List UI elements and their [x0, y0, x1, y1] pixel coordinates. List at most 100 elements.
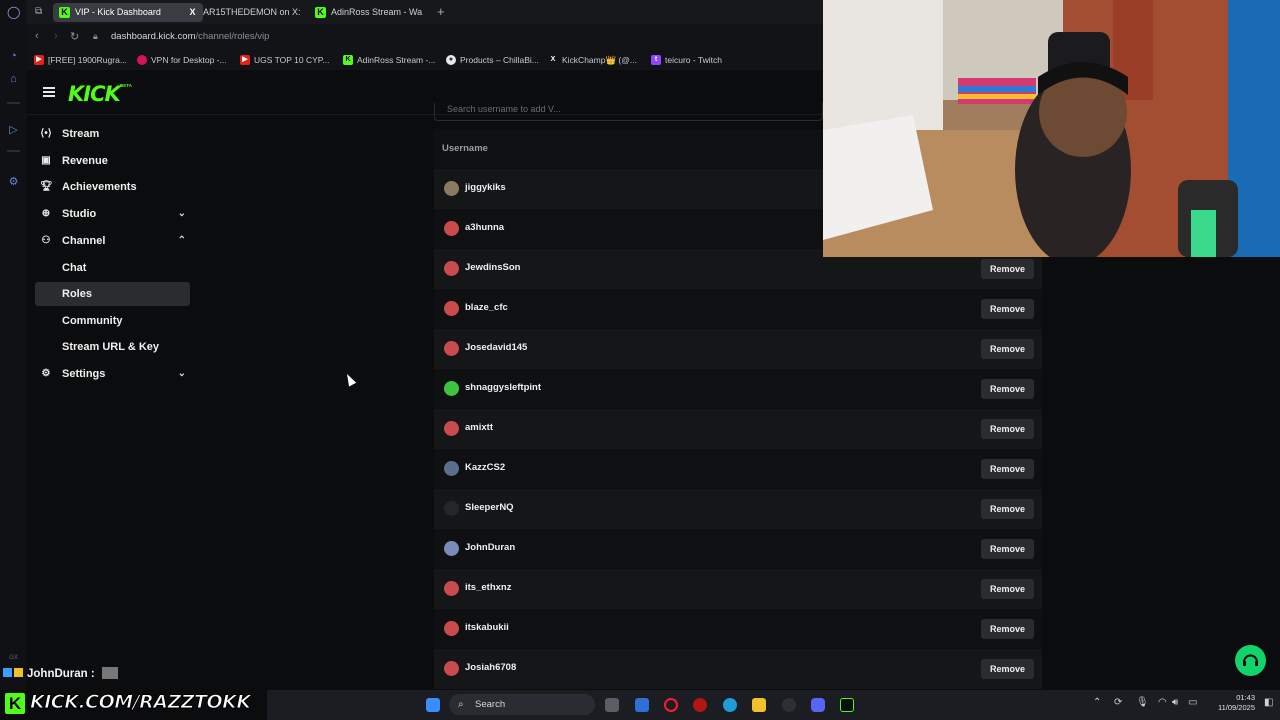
opera-menu-icon[interactable]: ◯: [7, 6, 20, 19]
crown-icon: [14, 668, 23, 677]
settings-rail-icon[interactable]: ⚙: [7, 176, 20, 189]
x-favicon-icon: X: [550, 56, 556, 63]
bag-icon[interactable]: ⌂: [7, 73, 20, 86]
sidebar-item-community[interactable]: Community: [35, 309, 190, 333]
remove-button[interactable]: Remove: [981, 299, 1034, 319]
tray-chevron-icon[interactable]: ⌃: [1093, 697, 1101, 708]
aria-icon[interactable]: ◔: [7, 50, 20, 63]
sidebar-item-channel[interactable]: ⚇ Channel ⌃: [35, 229, 190, 253]
sidebar-item-stream[interactable]: ⟨•⟩ Stream: [35, 122, 190, 146]
table-row: shnaggysleftpint Remove: [434, 369, 1042, 409]
vip-search-input[interactable]: Search username to add V...: [434, 103, 823, 121]
chat-overlay-line: JohnDuran :: [3, 667, 118, 683]
url-field[interactable]: dashboard.kick.com/channel/roles/vip: [111, 31, 269, 42]
search-icon: ⌕: [458, 699, 464, 710]
windows-start-icon[interactable]: [426, 698, 440, 712]
task-view-icon[interactable]: [605, 698, 619, 712]
username-cell: Josiah6708: [465, 662, 517, 673]
tab-adinross-stream[interactable]: K AdinRoss Stream - Wa: [309, 3, 431, 22]
username-cell: its_ethxnz: [465, 582, 512, 593]
steam-icon[interactable]: [782, 698, 796, 712]
tab-x-post[interactable]: X AR15THEDEMON on X: "B: [181, 3, 303, 22]
chevron-down-icon: ⌄: [177, 368, 186, 379]
wallet-icon: ▣: [41, 155, 51, 166]
avatar: [444, 541, 459, 556]
twitch-icon: t: [651, 55, 661, 65]
username-cell: shnaggysleftpint: [465, 382, 542, 393]
opera-icon[interactable]: [664, 698, 678, 712]
emote-icon: [101, 667, 118, 679]
file-explorer-icon[interactable]: [752, 698, 766, 712]
username-cell: blaze_cfc: [465, 302, 508, 313]
notification-icon[interactable]: ◧: [1264, 697, 1273, 708]
bookmarks-bar: ▶ [FREE] 1900Rugra... VPN for Desktop -..…: [27, 50, 823, 70]
address-bar: ‹ › ↻ 🔒︎ dashboard.kick.com/channel/role…: [27, 24, 823, 50]
sidebar-item-roles[interactable]: Roles: [35, 282, 190, 306]
bookmark-6[interactable]: X KickChamp👑 (@...: [548, 54, 637, 66]
remove-button[interactable]: Remove: [981, 499, 1034, 519]
badge-icon: [3, 668, 12, 677]
bookmark-5[interactable]: ● Products – ChillaBi...: [446, 54, 539, 66]
sidebar-item-chat[interactable]: Chat: [35, 256, 190, 280]
table-row: itskabukii Remove: [434, 609, 1042, 649]
sidebar-item-studio[interactable]: ⊕ Studio ⌄: [35, 202, 190, 226]
remove-button[interactable]: Remove: [981, 659, 1034, 679]
remove-button[interactable]: Remove: [981, 459, 1034, 479]
help-chat-button[interactable]: [1235, 645, 1266, 676]
avatar: [444, 581, 459, 596]
avatar: [444, 341, 459, 356]
microphone-icon[interactable]: 🎙︎: [1136, 697, 1149, 708]
trophy-icon: 🏆︎: [40, 181, 53, 192]
remove-button[interactable]: Remove: [981, 539, 1034, 559]
lock-icon: 🔒︎: [93, 31, 98, 41]
taskbar-search[interactable]: ⌕ Search: [449, 694, 595, 715]
sidebar-item-stream-url-key[interactable]: Stream URL & Key: [35, 335, 190, 359]
remove-button[interactable]: Remove: [981, 619, 1034, 639]
forward-icon[interactable]: ›: [54, 30, 58, 42]
sidebar-item-revenue[interactable]: ▣ Revenue: [35, 149, 190, 173]
taskbar-clock[interactable]: 01:43 11/09/2025: [1203, 693, 1255, 713]
bookmark-3[interactable]: ▶ UGS TOP 10 CYP...: [240, 54, 329, 66]
username-cell: KazzCS2: [465, 462, 506, 473]
app-icon-red[interactable]: [693, 698, 707, 712]
kick-logo[interactable]: KICK: [68, 82, 121, 106]
rail-divider-2: [7, 150, 20, 152]
username-cell: Josedavid145: [465, 342, 528, 353]
bookmark-1[interactable]: ▶ [FREE] 1900Rugra...: [34, 54, 127, 66]
avatar: [444, 661, 459, 676]
beta-badge: BETA: [120, 83, 132, 88]
sidebar-item-settings[interactable]: ⚙ Settings ⌄: [35, 362, 190, 386]
kick-favicon-icon: K: [59, 7, 70, 18]
new-tab-button[interactable]: +: [437, 4, 445, 19]
wifi-icon[interactable]: ◠: [1158, 697, 1167, 708]
remove-button[interactable]: Remove: [981, 579, 1034, 599]
kick-logo-icon: K: [5, 693, 25, 714]
remove-button[interactable]: Remove: [981, 379, 1034, 399]
store-icon[interactable]: [635, 698, 649, 712]
remove-button[interactable]: Remove: [981, 339, 1034, 359]
bookmark-7[interactable]: t teicuro - Twitch: [651, 54, 722, 66]
channel-icon: ⚇: [41, 235, 51, 246]
sidebar-item-achievements[interactable]: 🏆︎ Achievements: [35, 175, 190, 199]
remove-button[interactable]: Remove: [981, 419, 1034, 439]
chevron-up-icon: ⌃: [177, 235, 186, 246]
remove-button[interactable]: Remove: [981, 259, 1034, 279]
bookmark-2[interactable]: VPN for Desktop -...: [137, 54, 227, 66]
hamburger-menu-icon[interactable]: [43, 87, 55, 97]
edge-icon[interactable]: [723, 698, 737, 712]
kick-favicon-icon: K: [343, 55, 353, 65]
table-row: Josiah6708 Remove: [434, 649, 1042, 689]
tray-sync-icon[interactable]: ⟳: [1114, 697, 1122, 708]
player-icon[interactable]: ▷: [7, 124, 20, 137]
tab-islands-icon[interactable]: ⧉: [35, 6, 42, 17]
stream-icon: ⟨•⟩: [40, 128, 52, 139]
discord-icon[interactable]: [811, 698, 825, 712]
rail-divider: [7, 102, 20, 104]
kick-app-icon[interactable]: [840, 698, 854, 712]
battery-icon[interactable]: ▭: [1188, 697, 1197, 708]
back-icon[interactable]: ‹: [35, 30, 39, 42]
volume-icon[interactable]: 🔊︎: [1172, 697, 1178, 708]
avatar: [444, 501, 459, 516]
reload-icon[interactable]: ↻: [70, 30, 79, 43]
bookmark-4[interactable]: K AdinRoss Stream -...: [343, 54, 435, 66]
